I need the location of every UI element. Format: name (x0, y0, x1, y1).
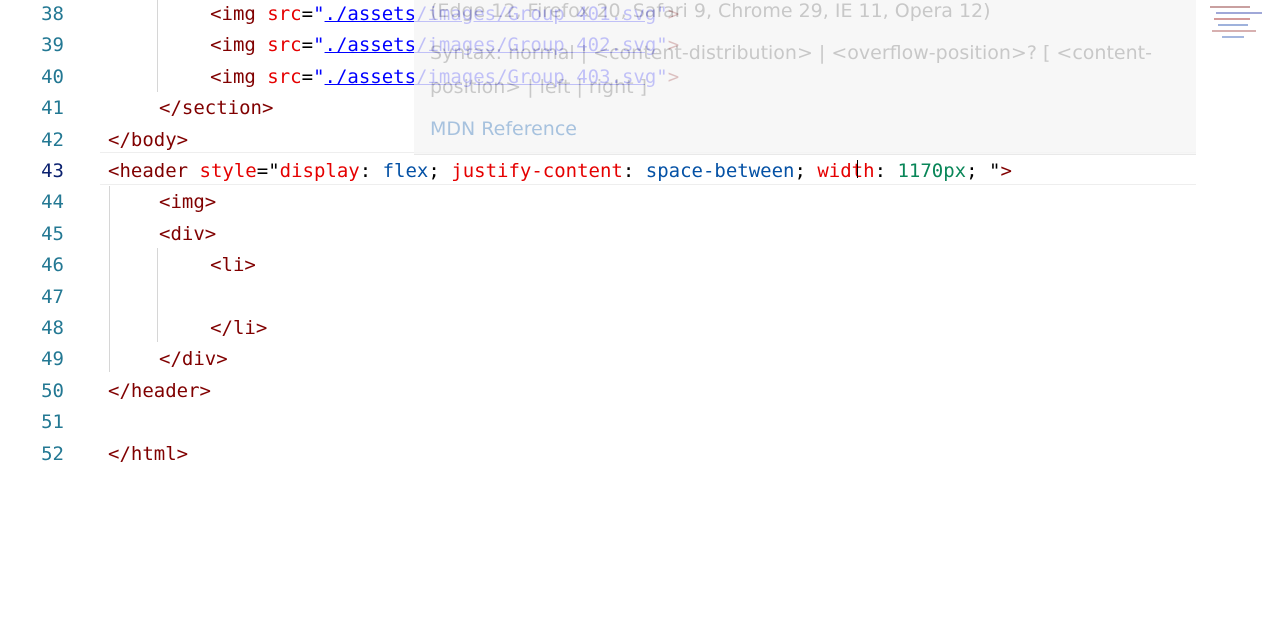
code-token: src (267, 3, 302, 25)
code-text: </div> (159, 344, 228, 375)
code-token: </div> (159, 348, 228, 371)
code-token: src (267, 65, 302, 88)
code-token: ; (428, 160, 452, 182)
code-token: <div> (159, 222, 217, 245)
code-token: " (313, 65, 325, 88)
line-number: 46 (41, 254, 64, 277)
code-token: ; (794, 160, 818, 182)
code-editor[interactable]: 38<img src="./assets/images/Group 401.sv… (0, 0, 1267, 618)
indent-guide (157, 0, 158, 92)
code-token: : (874, 160, 898, 182)
code-token: space-between (645, 160, 795, 182)
line-number: 48 (41, 317, 64, 339)
line-number: 47 (41, 285, 64, 308)
code-line[interactable]: 43 <header style="display: flex; justify-… (0, 156, 1200, 187)
line-number: 43 (41, 160, 64, 182)
code-token: display (279, 160, 360, 182)
code-token: = (256, 160, 269, 182)
code-token: </html> (108, 442, 189, 465)
code-token: justify-content (451, 160, 623, 182)
hover-syntax-continued: position> | left | right ] (430, 76, 648, 98)
code-text: </header> (108, 376, 211, 407)
code-text: </li> (210, 313, 267, 344)
code-token: </section> (159, 97, 274, 120)
code-token: = (301, 65, 314, 88)
code-line[interactable]: 44 <img> (0, 187, 1200, 218)
code-line[interactable]: 51 (0, 407, 1200, 438)
code-line[interactable]: 48 </li> (0, 313, 1200, 344)
code-token: = (301, 34, 314, 57)
line-number: 42 (41, 128, 64, 151)
code-line[interactable]: 45 <div> (0, 219, 1200, 250)
line-number: 44 (41, 191, 64, 214)
line-number: 52 (41, 442, 64, 465)
code-token: " (313, 3, 325, 25)
text-cursor-icon (857, 160, 858, 178)
code-line[interactable]: 46 <li> (0, 250, 1200, 281)
code-text: <div> (159, 219, 216, 250)
code-token: </header> (108, 379, 211, 402)
code-line[interactable]: 49 </div> (0, 344, 1200, 375)
code-token: : (622, 160, 646, 182)
code-token: " (988, 160, 1001, 182)
line-number: 39 (41, 34, 64, 57)
code-token: : (359, 160, 383, 182)
hover-tooltip: (Edge 12, Firefox 20, Safari 9, Chrome 2… (414, 0, 1196, 155)
line-number: 51 (41, 411, 64, 434)
code-token: style (199, 160, 257, 182)
code-token: </body> (108, 128, 189, 151)
code-text: </html> (108, 439, 188, 470)
mdn-reference-link[interactable]: MDN Reference (430, 118, 577, 140)
code-token: flex (382, 160, 429, 182)
code-line[interactable]: 47 (0, 282, 1200, 313)
code-text: <header style="display: flex; justify-co… (108, 156, 1012, 187)
line-number: 49 (41, 348, 64, 371)
code-token: = (301, 3, 314, 25)
line-number: 40 (41, 65, 64, 88)
code-line[interactable]: 52 </html> (0, 439, 1200, 470)
hover-syntax: Syntax: normal | <content-distribution> … (430, 42, 1152, 64)
code-line[interactable]: 50 </header> (0, 376, 1200, 407)
code-token: <img (210, 34, 256, 57)
code-token: 1170px (897, 160, 967, 182)
code-text: </body> (108, 125, 188, 156)
code-token: " (268, 160, 280, 182)
code-token: width (817, 160, 875, 182)
code-token: <img (210, 65, 256, 88)
code-token: src (267, 34, 302, 57)
code-token: <header (108, 160, 189, 182)
code-token: <img (210, 3, 256, 25)
code-token: <li> (210, 254, 256, 277)
code-text: </section> (159, 93, 273, 124)
line-number: 41 (41, 97, 64, 120)
code-token: ; (966, 160, 989, 182)
code-text: <img> (159, 187, 216, 218)
code-token: </li> (210, 317, 268, 339)
code-token: <img> (159, 191, 217, 214)
code-text: <li> (210, 250, 256, 281)
code-token: " (313, 34, 325, 57)
indent-guide (157, 248, 158, 342)
minimap[interactable] (1204, 0, 1267, 60)
line-number: 50 (41, 379, 64, 402)
indent-guide (109, 186, 110, 372)
hover-browsers: (Edge 12, Firefox 20, Safari 9, Chrome 2… (430, 0, 991, 22)
line-number: 45 (41, 222, 64, 245)
line-number: 38 (41, 3, 64, 25)
code-token: > (1000, 160, 1012, 182)
